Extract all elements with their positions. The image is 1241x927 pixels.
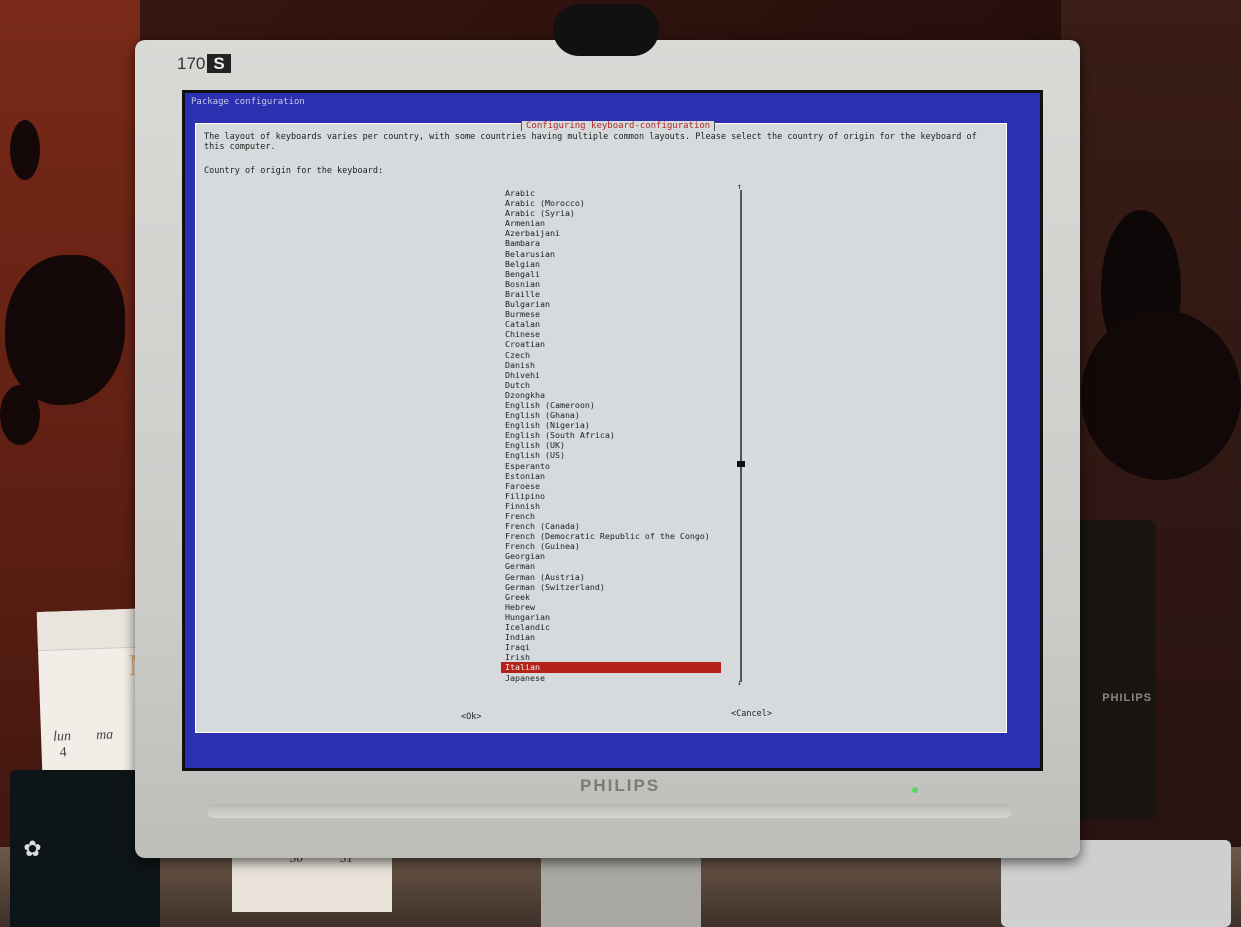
speaker-brand: PHILIPS	[1102, 692, 1152, 704]
wall-decal	[0, 385, 40, 445]
list-item[interactable]: Irish	[501, 652, 721, 662]
list-item[interactable]: Armenian	[501, 218, 721, 228]
list-item[interactable]: Catalan	[501, 319, 721, 329]
dialog-title: Configuring keyboard-configuration	[521, 121, 716, 131]
list-item[interactable]: German (Austria)	[501, 572, 721, 582]
list-item[interactable]: Azerbaijani	[501, 228, 721, 238]
list-item[interactable]: Danish	[501, 360, 721, 370]
config-dialog: Configuring keyboard-configuration The l…	[195, 121, 1007, 733]
list-item[interactable]: Croatian	[501, 339, 721, 349]
model-number: 170	[177, 54, 206, 73]
list-item[interactable]: Faroese	[501, 481, 721, 491]
list-item[interactable]: English (South Africa)	[501, 430, 721, 440]
model-suffix: S	[207, 54, 231, 73]
list-item[interactable]: Burmese	[501, 309, 721, 319]
scrollbar[interactable]	[740, 190, 742, 682]
list-item[interactable]: Chinese	[501, 329, 721, 339]
wall-decal	[10, 120, 40, 180]
list-item[interactable]: Filipino	[501, 491, 721, 501]
monitor-brand: PHILIPS	[580, 776, 661, 795]
list-item[interactable]: French (Democratic Republic of the Congo…	[501, 531, 721, 541]
screen-header: Package configuration	[191, 97, 305, 107]
list-item[interactable]: French	[501, 511, 721, 521]
list-item[interactable]: Esperanto	[501, 461, 721, 471]
scroll-down-icon[interactable]: ↓	[737, 678, 742, 687]
list-item[interactable]: Iraqi	[501, 642, 721, 652]
list-item[interactable]: French (Guinea)	[501, 541, 721, 551]
list-item[interactable]: Arabic (Syria)	[501, 208, 721, 218]
webcam	[553, 4, 659, 56]
ok-button[interactable]: <Ok>	[461, 712, 481, 722]
list-item[interactable]: Bengali	[501, 269, 721, 279]
list-item[interactable]: Dutch	[501, 380, 721, 390]
dialog-description: The layout of keyboards varies per count…	[204, 132, 977, 152]
list-item[interactable]: Greek	[501, 592, 721, 602]
list-item[interactable]: German	[501, 561, 721, 571]
wall-decal	[1081, 310, 1241, 480]
monitor-stand	[541, 858, 701, 927]
list-item[interactable]: Indian	[501, 632, 721, 642]
list-item[interactable]: English (UK)	[501, 440, 721, 450]
list-item[interactable]: Estonian	[501, 471, 721, 481]
list-item[interactable]: Bosnian	[501, 279, 721, 289]
list-item[interactable]: Hebrew	[501, 602, 721, 612]
list-item[interactable]: Arabic	[501, 188, 721, 198]
scrollbar-thumb[interactable]	[737, 461, 745, 467]
list-item[interactable]: Italian	[501, 662, 721, 673]
list-item[interactable]: French (Canada)	[501, 521, 721, 531]
list-item[interactable]: Icelandic	[501, 622, 721, 632]
list-item[interactable]: German (Switzerland)	[501, 582, 721, 592]
list-item[interactable]: Dzongkha	[501, 390, 721, 400]
calendar-day-label: ma	[95, 727, 114, 744]
list-item[interactable]: Bulgarian	[501, 299, 721, 309]
list-item[interactable]: English (Cameroon)	[501, 400, 721, 410]
list-item[interactable]: Hungarian	[501, 612, 721, 622]
list-item[interactable]: English (Nigeria)	[501, 420, 721, 430]
list-item[interactable]: English (Ghana)	[501, 410, 721, 420]
list-item[interactable]: Finnish	[501, 501, 721, 511]
calendar-day-label: lun	[52, 729, 72, 745]
list-item[interactable]: Arabic (Morocco)	[501, 198, 721, 208]
screen-bottom-bar	[185, 744, 1040, 768]
list-item[interactable]: Belarusian	[501, 249, 721, 259]
list-item[interactable]: English (US)	[501, 450, 721, 460]
monitor-model: 170 S	[177, 54, 231, 74]
list-item[interactable]: Dhivehi	[501, 370, 721, 380]
keyboard-country-list[interactable]: Arabic Arabic (Morocco) Arabic (Syria) Arme…	[501, 188, 721, 683]
monitor-screen: Package configuration Configuring keyboa…	[182, 90, 1043, 771]
list-item[interactable]: Bambara	[501, 238, 721, 248]
list-item[interactable]: Czech	[501, 350, 721, 360]
wall-decal	[5, 255, 125, 405]
flower-icon: ✿	[24, 830, 41, 863]
list-item[interactable]: Georgian	[501, 551, 721, 561]
list-item[interactable]: Braille	[501, 289, 721, 299]
power-led-icon	[912, 787, 918, 793]
dialog-prompt: Country of origin for the keyboard:	[204, 166, 384, 176]
list-item[interactable]: Belgian	[501, 259, 721, 269]
calendar-day-number: 4	[59, 745, 67, 761]
list-item[interactable]: Japanese	[501, 673, 721, 683]
cancel-button[interactable]: <Cancel>	[731, 709, 772, 719]
bezel-button-strip[interactable]	[207, 804, 1012, 818]
